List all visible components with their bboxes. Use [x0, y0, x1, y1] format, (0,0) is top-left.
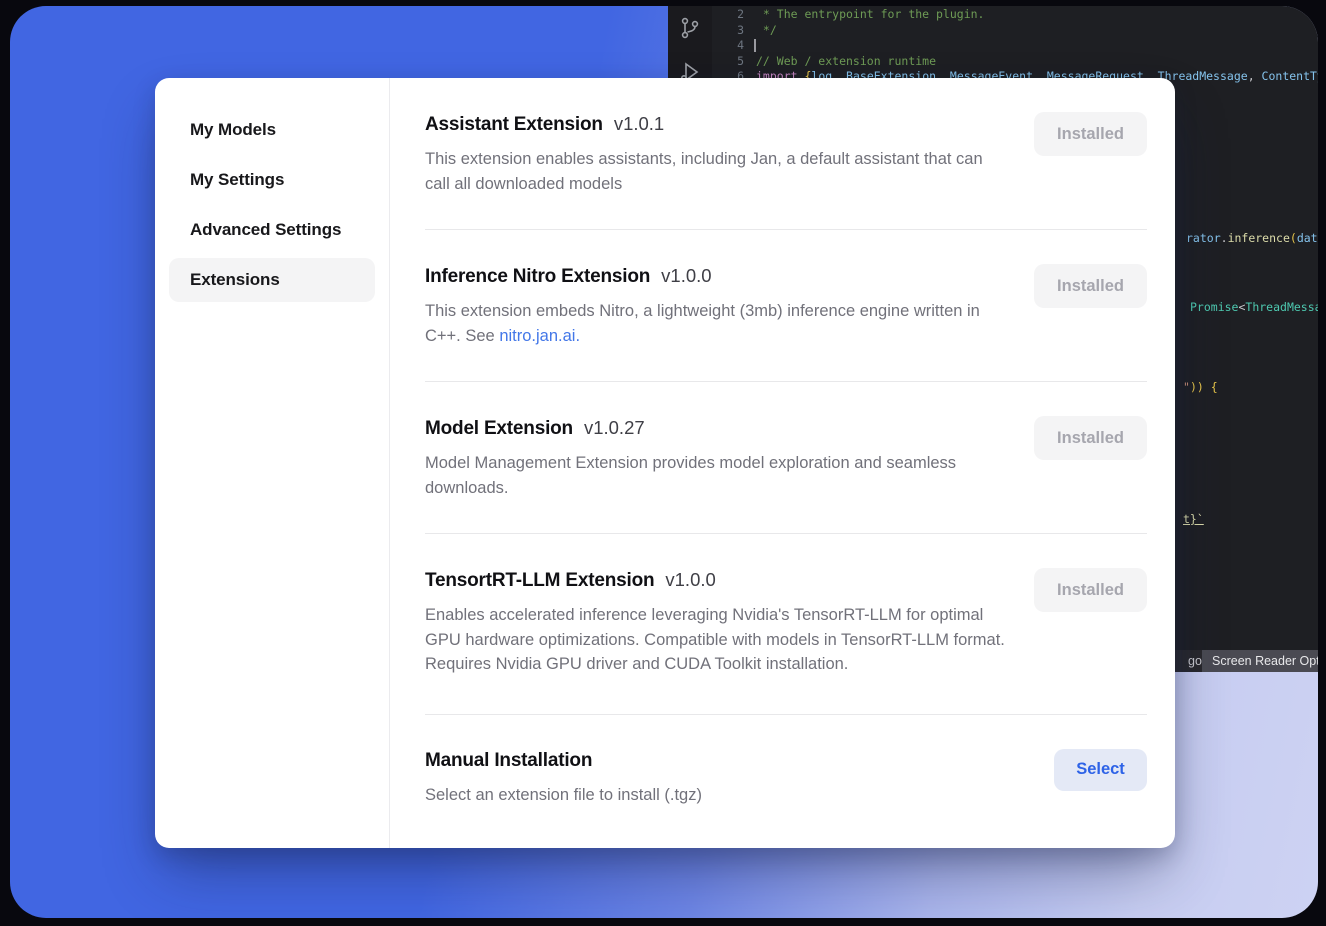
code-fragment: ")) {: [1183, 380, 1218, 396]
extension-name: Model Extensionv1.0.27: [425, 415, 1005, 442]
installed-button[interactable]: Installed: [1034, 112, 1147, 156]
extensions-list: Assistant Extensionv1.0.1 This extension …: [390, 78, 1175, 848]
line-number: 4: [720, 38, 744, 54]
manual-installation-description: Select an extension file to install (.tg…: [425, 783, 702, 808]
extension-description: Model Management Extension provides mode…: [425, 451, 1005, 500]
extension-description: Enables accelerated inference leveraging…: [425, 603, 1005, 677]
code-line: 4: [668, 38, 1318, 54]
manual-installation-title: Manual Installation: [425, 748, 702, 774]
settings-modal: My Models My Settings Advanced Settings Ext…: [155, 78, 1175, 848]
sidebar-item-extensions[interactable]: Extensions: [169, 258, 375, 302]
extension-item: Assistant Extensionv1.0.1 This extension …: [425, 78, 1147, 230]
code-line: 2 * The entrypoint for the plugin.: [668, 7, 1318, 23]
code-line: 3 */: [668, 23, 1318, 39]
line-number: 3: [720, 23, 744, 39]
screen-reader-chip[interactable]: Screen Reader Optimized: [1202, 650, 1318, 672]
line-number: 2: [720, 7, 744, 23]
extension-item: Model Extensionv1.0.27 Model Management E…: [425, 382, 1147, 534]
code-fragment: t}`: [1183, 512, 1204, 528]
status-text: go: [1188, 650, 1202, 672]
installed-button[interactable]: Installed: [1034, 568, 1147, 612]
sidebar-item-my-settings[interactable]: My Settings: [169, 158, 375, 202]
sidebar-item-advanced-settings[interactable]: Advanced Settings: [169, 208, 375, 252]
hero-panel: 2 * The entrypoint for the plugin.3 */45…: [10, 6, 1318, 918]
extension-description: This extension enables assistants, inclu…: [425, 147, 1005, 196]
installed-button[interactable]: Installed: [1034, 416, 1147, 460]
extension-name: Inference Nitro Extensionv1.0.0: [425, 263, 1005, 290]
extension-item: TensortRT-LLM Extensionv1.0.0 Enables acc…: [425, 534, 1147, 715]
manual-installation-row: Manual Installation Select an extension …: [425, 715, 1147, 841]
code-fragment: Promise<ThreadMessage>: [1190, 300, 1318, 316]
extension-version: v1.0.0: [665, 569, 715, 590]
extension-version: v1.0.1: [614, 113, 664, 134]
line-number: 5: [720, 54, 744, 70]
select-button[interactable]: Select: [1054, 749, 1147, 791]
sidebar-item-my-models[interactable]: My Models: [169, 108, 375, 152]
extension-name: TensortRT-LLM Extensionv1.0.0: [425, 567, 1005, 594]
extension-description: This extension embeds Nitro, a lightweig…: [425, 299, 1005, 348]
nitro-link[interactable]: nitro.jan.ai.: [499, 327, 580, 345]
extension-name: Assistant Extensionv1.0.1: [425, 111, 1005, 138]
extension-item: Inference Nitro Extensionv1.0.0 This exte…: [425, 230, 1147, 382]
settings-sidebar: My Models My Settings Advanced Settings Ext…: [155, 78, 390, 848]
text-cursor: [754, 39, 756, 52]
code-line: 5// Web / extension runtime: [668, 54, 1318, 70]
code-fragment: rator.inference(data));: [1186, 231, 1318, 247]
extension-version: v1.0.0: [661, 265, 711, 286]
extension-version: v1.0.27: [584, 417, 645, 438]
installed-button[interactable]: Installed: [1034, 264, 1147, 308]
